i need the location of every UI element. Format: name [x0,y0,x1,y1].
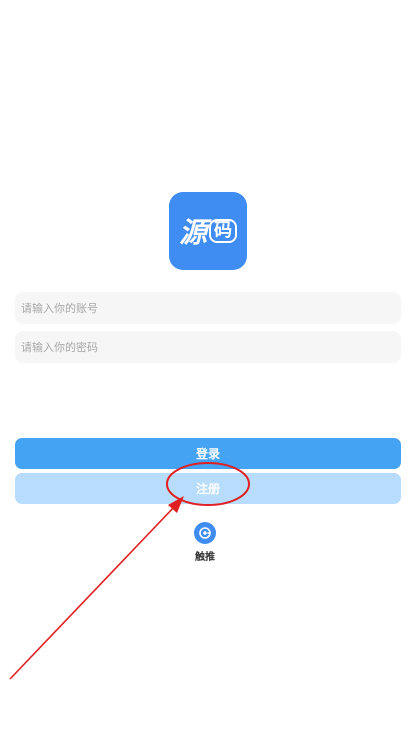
touch-push-label: 触推 [195,552,215,563]
touch-push-login[interactable]: 触推 [185,522,225,563]
touch-push-icon [194,522,216,544]
logo-glyph-main: 源 [178,216,207,249]
login-button[interactable]: 登录 [15,438,401,469]
login-screen: 源 码 登录 注册 触推 [0,0,416,740]
password-input[interactable] [15,331,401,363]
logo-glyph-code: 码 [209,219,237,243]
annotation-overlay [9,462,250,680]
register-button[interactable]: 注册 [15,473,401,504]
register-button-label: 注册 [195,482,220,496]
touch-push-icon-glyph [199,527,211,539]
annotation-arrow-line [9,504,177,680]
app-logo-icon: 源 码 [169,192,247,270]
login-button-label: 登录 [195,447,220,461]
account-input[interactable] [15,292,401,324]
